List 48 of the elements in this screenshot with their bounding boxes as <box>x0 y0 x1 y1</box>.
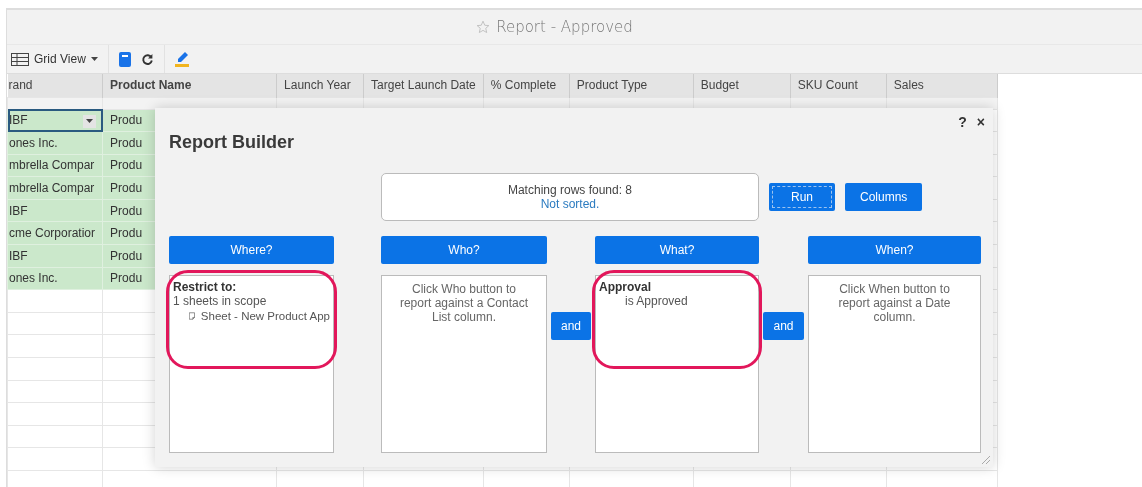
column-header[interactable]: % Complete <box>483 74 570 97</box>
grid-view-dropdown[interactable]: Grid View <box>11 52 98 66</box>
and-button[interactable]: and <box>763 312 804 340</box>
window-title: Report - Approved <box>496 18 633 36</box>
hint-text: Click When button to report against a Date column. <box>837 281 952 326</box>
close-button[interactable]: × <box>976 114 985 130</box>
column-header[interactable]: Sales <box>886 74 998 97</box>
table-cell[interactable]: IBF <box>7 244 103 268</box>
action-button[interactable]: Run <box>769 183 835 211</box>
book-icon[interactable] <box>118 51 131 67</box>
star-icon[interactable] <box>476 20 491 34</box>
column-header[interactable]: Target Launch Date <box>363 74 484 97</box>
highlighter-icon[interactable] <box>174 51 189 67</box>
and-button[interactable]: and <box>551 312 591 340</box>
criteria-button[interactable]: Who? <box>381 236 547 264</box>
criteria-button[interactable]: What? <box>595 236 759 264</box>
panel-heading: Restrict to: <box>173 280 238 294</box>
table-cell[interactable]: ones Inc. <box>7 131 103 155</box>
sheet-name[interactable]: Sheet - New Product App <box>200 310 330 322</box>
column-header[interactable]: SKU Count <box>790 74 887 97</box>
column-header[interactable]: Launch Year <box>276 74 364 97</box>
panel-text: 1 sheets in scope <box>173 294 268 308</box>
table-cell[interactable]: mbrella Compar <box>7 154 103 177</box>
table-cell[interactable]: ones Inc. <box>7 267 103 290</box>
hint-text: Click Who button to report against a Contact List column. <box>398 281 530 326</box>
column-header[interactable]: Product Name <box>102 74 277 97</box>
column-header[interactable]: Product Type <box>569 74 694 97</box>
matching-rows-text: Matching rows found: 8 <box>507 183 633 197</box>
grid-icon <box>11 52 29 66</box>
panel-heading: Approval <box>599 280 652 294</box>
sort-status-link[interactable]: Not sorted. <box>540 197 600 211</box>
table-cell[interactable]: IBF <box>7 109 103 132</box>
dialog-title: Report Builder <box>169 132 295 153</box>
dropdown-icon[interactable] <box>83 114 97 128</box>
criteria-button[interactable]: When? <box>808 236 981 264</box>
table-cell[interactable]: IBF <box>7 199 103 222</box>
help-button[interactable]: ? <box>958 114 967 130</box>
panel-text: is Approved <box>624 294 689 308</box>
resize-grip-icon[interactable] <box>980 454 990 464</box>
caret-icon <box>90 57 98 61</box>
column-header[interactable]: rand <box>7 74 103 97</box>
action-button[interactable]: Columns <box>845 183 923 211</box>
column-header[interactable]: Budget <box>693 74 791 97</box>
criteria-button[interactable]: Where? <box>169 236 334 264</box>
sheet-icon <box>189 310 195 322</box>
refresh-icon[interactable] <box>140 52 154 66</box>
table-cell[interactable]: cme Corporatior <box>7 221 103 245</box>
table-cell[interactable]: mbrella Compar <box>7 176 103 200</box>
